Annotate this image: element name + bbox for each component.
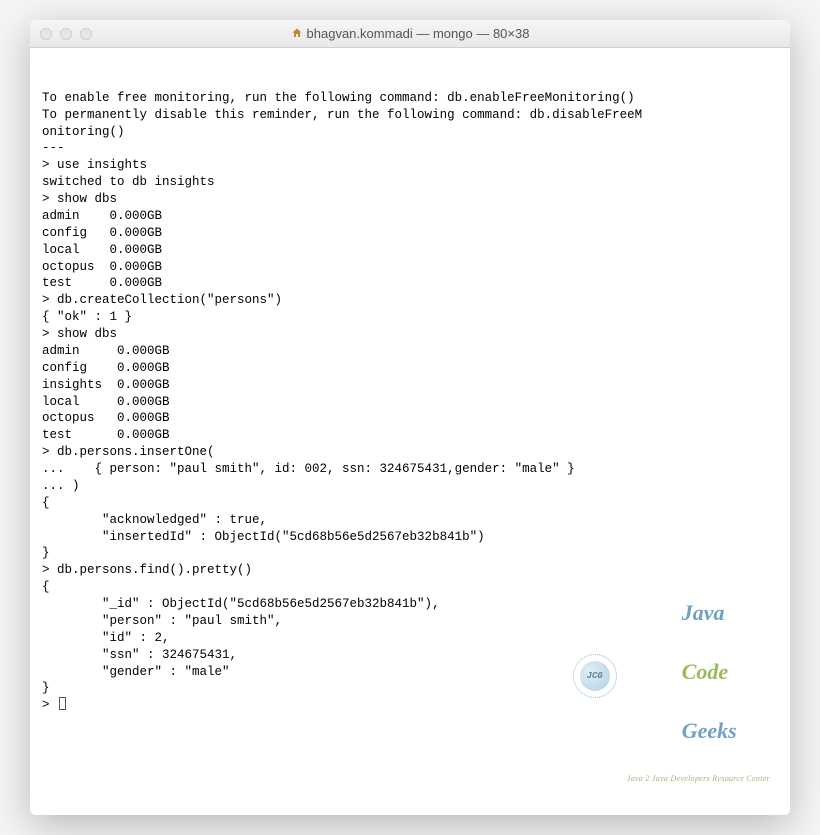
terminal-line: "_id" : ObjectId("5cd68b56e5d2567eb32b84… xyxy=(42,596,778,613)
terminal-line: octopus 0.000GB xyxy=(42,259,778,276)
terminal-line: admin 0.000GB xyxy=(42,343,778,360)
window-title: bhagvan.kommadi — mongo — 80×38 xyxy=(30,26,790,42)
close-icon[interactable] xyxy=(40,28,52,40)
zoom-icon[interactable] xyxy=(80,28,92,40)
terminal-output: To enable free monitoring, run the follo… xyxy=(42,90,778,714)
terminal-line: test 0.000GB xyxy=(42,275,778,292)
terminal-line: { xyxy=(42,495,778,512)
terminal-line: > xyxy=(42,698,57,712)
terminal-line: "insertedId" : ObjectId("5cd68b56e5d2567… xyxy=(42,529,778,546)
terminal-line: } xyxy=(42,680,778,697)
minimize-icon[interactable] xyxy=(60,28,72,40)
terminal-line: > db.persons.insertOne( xyxy=(42,444,778,461)
terminal-body[interactable]: To enable free monitoring, run the follo… xyxy=(30,48,790,815)
terminal-line: To enable free monitoring, run the follo… xyxy=(42,90,778,107)
terminal-line: { "ok" : 1 } xyxy=(42,309,778,326)
terminal-line: "person" : "paul smith", xyxy=(42,613,778,630)
terminal-line: > db.createCollection("persons") xyxy=(42,292,778,309)
terminal-line: config 0.000GB xyxy=(42,360,778,377)
terminal-line: "id" : 2, xyxy=(42,630,778,647)
cursor-icon xyxy=(59,697,66,710)
terminal-line: To permanently disable this reminder, ru… xyxy=(42,107,778,124)
terminal-line: "gender" : "male" xyxy=(42,664,778,681)
terminal-line: test 0.000GB xyxy=(42,427,778,444)
titlebar[interactable]: bhagvan.kommadi — mongo — 80×38 xyxy=(30,20,790,48)
terminal-line: local 0.000GB xyxy=(42,242,778,259)
home-icon xyxy=(291,27,303,42)
terminal-line: config 0.000GB xyxy=(42,225,778,242)
watermark-sub: Java 2 Java Developers Resource Center xyxy=(627,774,770,785)
terminal-line: } xyxy=(42,545,778,562)
terminal-line: ... ) xyxy=(42,478,778,495)
terminal-line: > show dbs xyxy=(42,191,778,208)
terminal-line: switched to db insights xyxy=(42,174,778,191)
terminal-line: ... { person: "paul smith", id: 002, ssn… xyxy=(42,461,778,478)
window-title-text: bhagvan.kommadi — mongo — 80×38 xyxy=(307,26,530,41)
terminal-line: > show dbs xyxy=(42,326,778,343)
watermark-geeks: Geeks xyxy=(682,718,737,743)
terminal-line: --- xyxy=(42,140,778,157)
terminal-line: "acknowledged" : true, xyxy=(42,512,778,529)
terminal-line: > db.persons.find().pretty() xyxy=(42,562,778,579)
terminal-line: insights 0.000GB xyxy=(42,377,778,394)
terminal-line: "ssn" : 324675431, xyxy=(42,647,778,664)
terminal-window: bhagvan.kommadi — mongo — 80×38 To enabl… xyxy=(30,20,790,815)
terminal-line: { xyxy=(42,579,778,596)
traffic-lights xyxy=(40,28,92,40)
terminal-line: onitoring() xyxy=(42,124,778,141)
terminal-line: local 0.000GB xyxy=(42,394,778,411)
terminal-line: > use insights xyxy=(42,157,778,174)
terminal-line: octopus 0.000GB xyxy=(42,410,778,427)
terminal-line: admin 0.000GB xyxy=(42,208,778,225)
